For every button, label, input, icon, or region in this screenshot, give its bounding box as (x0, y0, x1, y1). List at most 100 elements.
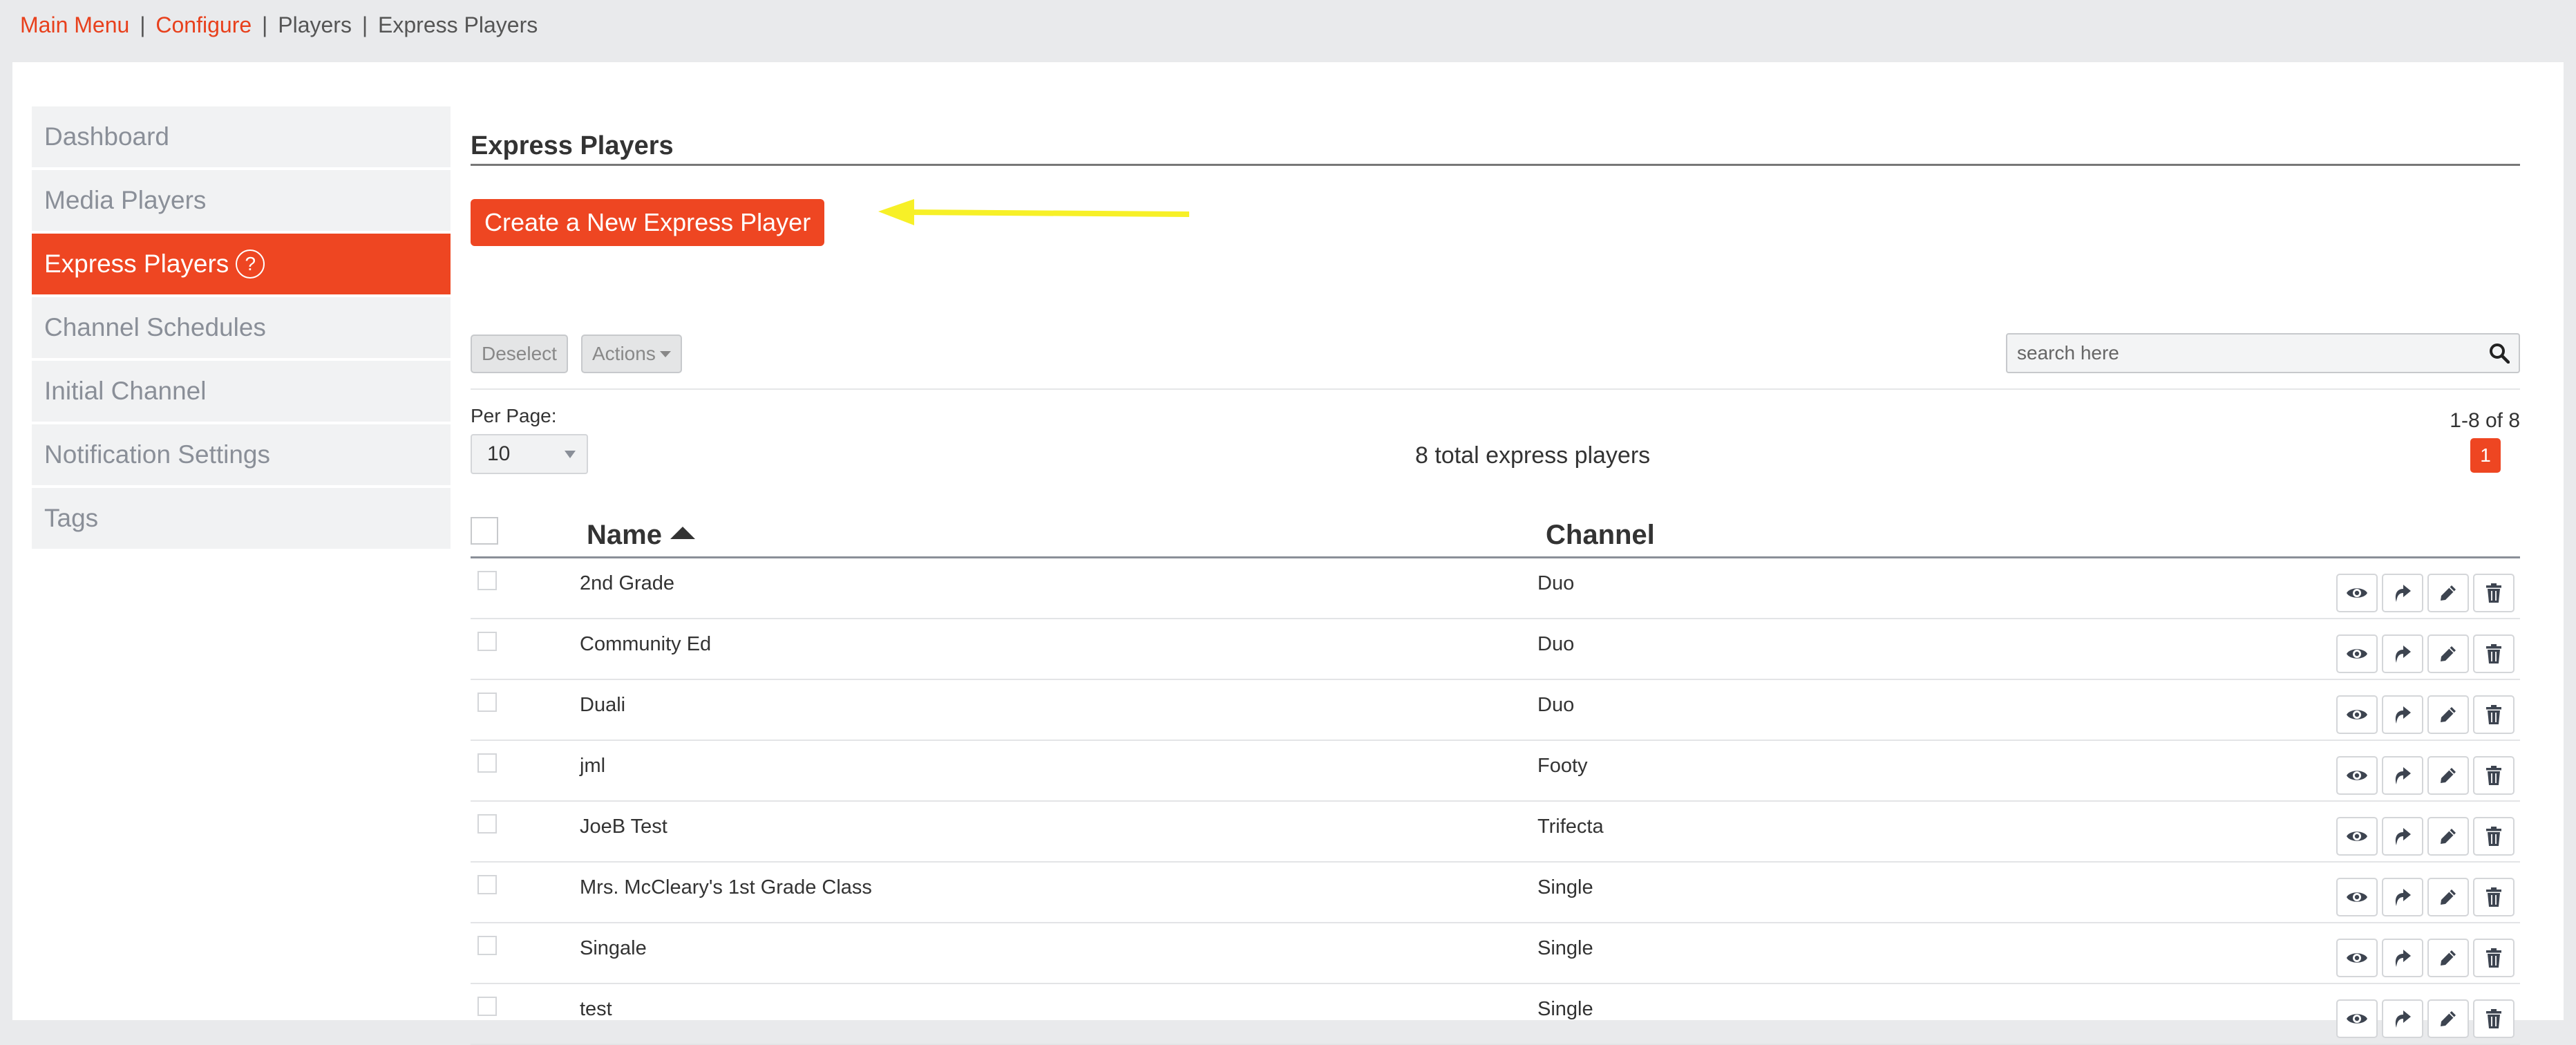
sidebar-item-media-players[interactable]: Media Players (32, 170, 451, 231)
per-page-label: Per Page: (471, 405, 557, 426)
column-header-channel[interactable]: Channel (1546, 520, 1655, 551)
delete-button[interactable] (2473, 756, 2515, 795)
sidebar-item-channel-schedules[interactable]: Channel Schedules (32, 297, 451, 358)
view-button[interactable] (2336, 999, 2378, 1038)
row-checkbox[interactable] (477, 571, 497, 590)
edit-button[interactable] (2427, 695, 2469, 734)
trash-icon (2486, 887, 2501, 907)
cell-name[interactable]: Community Ed (580, 633, 711, 656)
breadcrumb-separator: | (140, 12, 146, 37)
sidebar-item-dashboard[interactable]: Dashboard (32, 106, 451, 167)
caret-down-icon (659, 350, 671, 357)
sort-ascending-icon (670, 527, 695, 540)
pencil-icon (2441, 707, 2456, 722)
share-button[interactable] (2382, 574, 2423, 612)
create-express-player-button[interactable]: Create a New Express Player (471, 199, 825, 246)
column-header-name[interactable]: Name (587, 520, 695, 551)
edit-button[interactable] (2427, 999, 2469, 1038)
edit-button[interactable] (2427, 574, 2469, 612)
delete-button[interactable] (2473, 574, 2515, 612)
cell-name[interactable]: 2nd Grade (580, 572, 674, 595)
cell-channel: Duo (1537, 633, 1575, 655)
delete-button[interactable] (2473, 634, 2515, 673)
delete-button[interactable] (2473, 878, 2515, 916)
cell-name[interactable]: test (580, 998, 612, 1021)
row-checkbox[interactable] (477, 753, 497, 773)
cell-name[interactable]: Mrs. McCleary's 1st Grade Class (580, 876, 872, 899)
express-players-table: Name Channel 2nd Grade Duo Community Ed … (471, 513, 2520, 1045)
cell-channel: Duo (1537, 694, 1575, 716)
share-button[interactable] (2382, 634, 2423, 673)
sidebar-item-tags[interactable]: Tags (32, 488, 451, 549)
row-checkbox[interactable] (477, 814, 497, 834)
row-checkbox[interactable] (477, 997, 497, 1016)
sidebar-item-label: Notification Settings (44, 440, 271, 469)
delete-button[interactable] (2473, 939, 2515, 977)
trash-icon (2486, 705, 2501, 724)
edit-button[interactable] (2427, 817, 2469, 856)
search-icon[interactable] (2480, 343, 2519, 364)
main-card: Dashboard Media Players Express Players … (12, 62, 2564, 1045)
share-button[interactable] (2382, 939, 2423, 977)
share-icon (2395, 706, 2411, 724)
row-checkbox[interactable] (477, 875, 497, 894)
actions-dropdown-button[interactable]: Actions (581, 335, 682, 373)
eye-icon (2347, 892, 2367, 902)
help-icon[interactable]: ? (236, 250, 265, 279)
sidebar-item-initial-channel[interactable]: Initial Channel (32, 361, 451, 422)
cell-name[interactable]: jml (580, 755, 605, 778)
deselect-button[interactable]: Deselect (471, 335, 568, 373)
share-button[interactable] (2382, 817, 2423, 856)
breadcrumb-separator: | (262, 12, 268, 37)
edit-button[interactable] (2427, 634, 2469, 673)
share-icon (2395, 646, 2411, 663)
cell-name[interactable]: Duali (580, 694, 625, 717)
eye-icon (2347, 649, 2367, 659)
breadcrumb-main-menu[interactable]: Main Menu (20, 12, 129, 37)
share-button[interactable] (2382, 756, 2423, 795)
pencil-icon (2441, 646, 2456, 661)
select-all-checkbox[interactable] (471, 517, 498, 545)
sidebar-item-express-players[interactable]: Express Players ? (32, 234, 451, 294)
chevron-down-icon (565, 450, 576, 458)
edit-button[interactable] (2427, 878, 2469, 916)
row-checkbox[interactable] (477, 632, 497, 651)
edit-button[interactable] (2427, 939, 2469, 977)
pencil-icon (2441, 829, 2456, 844)
view-button[interactable] (2336, 695, 2378, 734)
sidebar-item-label: Express Players (44, 250, 229, 278)
per-page-select[interactable]: 10 (471, 434, 588, 474)
edit-button[interactable] (2427, 756, 2469, 795)
trash-icon (2486, 766, 2501, 785)
row-checkbox[interactable] (477, 936, 497, 955)
share-button[interactable] (2382, 999, 2423, 1038)
search-input[interactable] (2007, 335, 2480, 372)
cell-name[interactable]: JoeB Test (580, 816, 667, 838)
delete-button[interactable] (2473, 999, 2515, 1038)
view-button[interactable] (2336, 817, 2378, 856)
table-row: test Single (471, 984, 2520, 1045)
sidebar: Dashboard Media Players Express Players … (32, 106, 451, 552)
delete-button[interactable] (2473, 817, 2515, 856)
delete-button[interactable] (2473, 695, 2515, 734)
view-button[interactable] (2336, 574, 2378, 612)
view-button[interactable] (2336, 634, 2378, 673)
breadcrumb-separator: | (361, 12, 368, 37)
total-count-text: 8 total express players (1415, 442, 1651, 469)
view-button[interactable] (2336, 939, 2378, 977)
share-button[interactable] (2382, 695, 2423, 734)
view-button[interactable] (2336, 878, 2378, 916)
view-button[interactable] (2336, 756, 2378, 795)
breadcrumb-configure[interactable]: Configure (155, 12, 252, 37)
content-area: Express Players Create a New Express Pla… (471, 131, 2520, 1045)
sidebar-item-label: Media Players (44, 186, 207, 214)
pagination-page-1[interactable]: 1 (2470, 438, 2501, 473)
annotation-arrow-icon (878, 199, 1189, 225)
share-button[interactable] (2382, 878, 2423, 916)
divider (471, 388, 2520, 390)
row-checkbox[interactable] (477, 693, 497, 712)
breadcrumb-express-players: Express Players (378, 12, 538, 37)
sidebar-item-notification-settings[interactable]: Notification Settings (32, 424, 451, 485)
cell-name[interactable]: Singale (580, 937, 647, 960)
row-actions (2336, 574, 2515, 612)
